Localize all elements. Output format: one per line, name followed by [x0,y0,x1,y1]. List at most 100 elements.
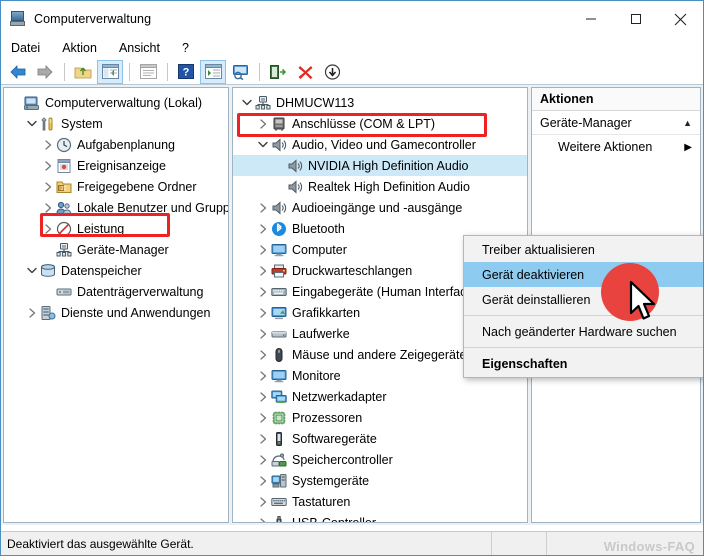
monitor-icon [271,368,288,384]
chevron-right-icon[interactable] [255,386,271,407]
chevron-right-icon[interactable] [255,218,271,239]
tree-item-label: Computer [292,242,347,257]
chevron-right-icon[interactable] [255,470,271,491]
chevron-right-icon[interactable] [40,218,56,239]
chevron-right-icon[interactable] [255,323,271,344]
chevron-up-icon[interactable]: ▲ [683,118,692,128]
show-hide-action-pane-icon[interactable] [200,59,226,84]
tree-item-dienste-und-anwendungen[interactable]: Dienste und Anwendungen [4,302,228,323]
tree-item-label: Datenspeicher [61,263,142,278]
tree-item-audio-video-und-gamecontroller[interactable]: Audio, Video und Gamecontroller [233,134,527,155]
disable-device-icon[interactable] [292,60,318,84]
tree-item-dhmucw113[interactable]: DHMUCW113 [233,92,527,113]
back-icon[interactable] [5,60,31,84]
svg-text:?: ? [183,67,190,79]
context-menu-item-nach-ge-nderter-hardware-suchen[interactable]: Nach geänderter Hardware suchen [464,319,703,344]
display-adapter-icon [271,305,288,321]
tree-item-label: Datenträgerverwaltung [77,284,204,299]
minimize-button[interactable] [568,1,613,37]
chevron-right-icon[interactable] [255,344,271,365]
chevron-down-icon[interactable] [24,260,40,281]
speaker-icon [271,137,288,153]
chevron-down-icon[interactable] [239,92,255,113]
tree-item-computerverwaltung-lokal[interactable]: Computerverwaltung (Lokal) [4,92,228,113]
tree-item-netzwerkadapter[interactable]: Netzwerkadapter [233,386,527,407]
chevron-right-icon[interactable] [255,428,271,449]
actions-group-device-manager[interactable]: Geräte-Manager ▲ [532,111,700,135]
chevron-down-icon[interactable] [24,113,40,134]
actions-item-more-actions[interactable]: Weitere Aktionen ▶ [532,135,700,159]
context-menu-item-ger-t-deinstallieren[interactable]: Gerät deinstallieren [464,287,703,312]
chevron-right-icon[interactable] [40,155,56,176]
tree-item-prozessoren[interactable]: Prozessoren [233,407,527,428]
console-tree: Computerverwaltung (Lokal) System Aufgaben… [4,88,228,323]
tree-item-nvidia-high-definition-audio[interactable]: NVIDIA High Definition Audio [233,155,527,176]
close-button[interactable] [658,1,703,37]
show-hide-console-tree-icon[interactable] [97,59,123,84]
tree-item-speichercontroller[interactable]: Speichercontroller [233,449,527,470]
properties-icon[interactable] [135,60,161,84]
chevron-right-icon[interactable] [255,407,271,428]
network-adapter-icon [271,389,288,405]
tree-item-usb-controller[interactable]: USB-Controller [233,512,527,522]
forward-icon[interactable] [32,60,58,84]
chevron-right-icon[interactable] [255,302,271,323]
tree-item-freigegebene-ordner[interactable]: 22 Freigegebene Ordner [4,176,228,197]
mouse-cursor [629,280,659,330]
update-driver-icon[interactable] [265,60,291,84]
chevron-right-icon[interactable] [255,449,271,470]
chevron-right-icon[interactable] [40,176,56,197]
tree-item-anschl-sse-com-lpt[interactable]: Anschlüsse (COM & LPT) [233,113,527,134]
tree-item-label: Systemgeräte [292,473,370,488]
chevron-right-icon[interactable] [40,134,56,155]
tree-item-datenspeicher[interactable]: Datenspeicher [4,260,228,281]
chevron-right-icon[interactable] [255,260,271,281]
context-menu-item-label: Gerät deinstallieren [482,292,591,307]
tree-item-label: Leistung [77,221,125,236]
menu-aktion[interactable]: Aktion [62,41,97,55]
chevron-right-icon[interactable] [255,491,271,512]
tree-item-systemger-te[interactable]: Systemgeräte [233,470,527,491]
tree-item-ger-te-manager[interactable]: Geräte-Manager [4,239,228,260]
chevron-right-icon[interactable] [255,281,271,302]
chevron-right-icon[interactable] [255,512,271,522]
menu-datei[interactable]: Datei [11,41,40,55]
computer-management-window: Computerverwaltung Datei Aktion Ansicht … [0,0,704,556]
tree-item-aufgabenplanung[interactable]: Aufgabenplanung [4,134,228,155]
tree-item-audioeing-nge-und-ausg-nge[interactable]: Audioeingänge und -ausgänge [233,197,527,218]
chevron-right-icon[interactable] [24,302,40,323]
chevron-right-icon[interactable] [255,197,271,218]
tree-item-leistung[interactable]: Leistung [4,218,228,239]
up-folder-icon[interactable] [70,60,96,84]
tools-icon [40,116,57,132]
tree-item-softwareger-te[interactable]: Softwaregeräte [233,428,527,449]
chevron-down-icon[interactable] [255,134,271,155]
context-menu-item-eigenschaften[interactable]: Eigenschaften [464,351,703,376]
tree-item-datentr-gerverwaltung[interactable]: Datenträgerverwaltung [4,281,228,302]
chevron-right-icon[interactable] [40,197,56,218]
tree-item-tastaturen[interactable]: Tastaturen [233,491,527,512]
tree-item-ereignisanzeige[interactable]: Ereignisanzeige [4,155,228,176]
install-device-icon[interactable] [319,60,345,84]
menu-ansicht[interactable]: Ansicht [119,41,160,55]
tree-item-label: Aufgabenplanung [77,137,176,152]
menu-bar: Datei Aktion Ansicht ? [1,37,703,59]
maximize-button[interactable] [613,1,658,37]
tree-item-label: Ereignisanzeige [77,158,166,173]
help-icon[interactable]: ? [173,60,199,84]
printer-icon [271,263,288,279]
tree-item-lokale-benutzer-und-gruppen[interactable]: Lokale Benutzer und Gruppen [4,197,228,218]
scan-hardware-icon[interactable] [227,60,253,84]
storage-icon [40,263,57,279]
menu-help[interactable]: ? [182,41,189,55]
context-menu-item-treiber-aktualisieren[interactable]: Treiber aktualisieren [464,237,703,262]
tree-item-realtek-high-definition-audio[interactable]: Realtek High Definition Audio [233,176,527,197]
menu-separator [464,347,703,348]
chevron-right-icon[interactable] [255,113,271,134]
chevron-right-icon[interactable] [255,365,271,386]
tree-item-label: Freigegebene Ordner [77,179,197,194]
chevron-right-icon[interactable] [255,239,271,260]
tree-item-system[interactable]: System [4,113,228,134]
context-menu-item-ger-t-deaktivieren[interactable]: Gerät deaktivieren [464,262,703,287]
